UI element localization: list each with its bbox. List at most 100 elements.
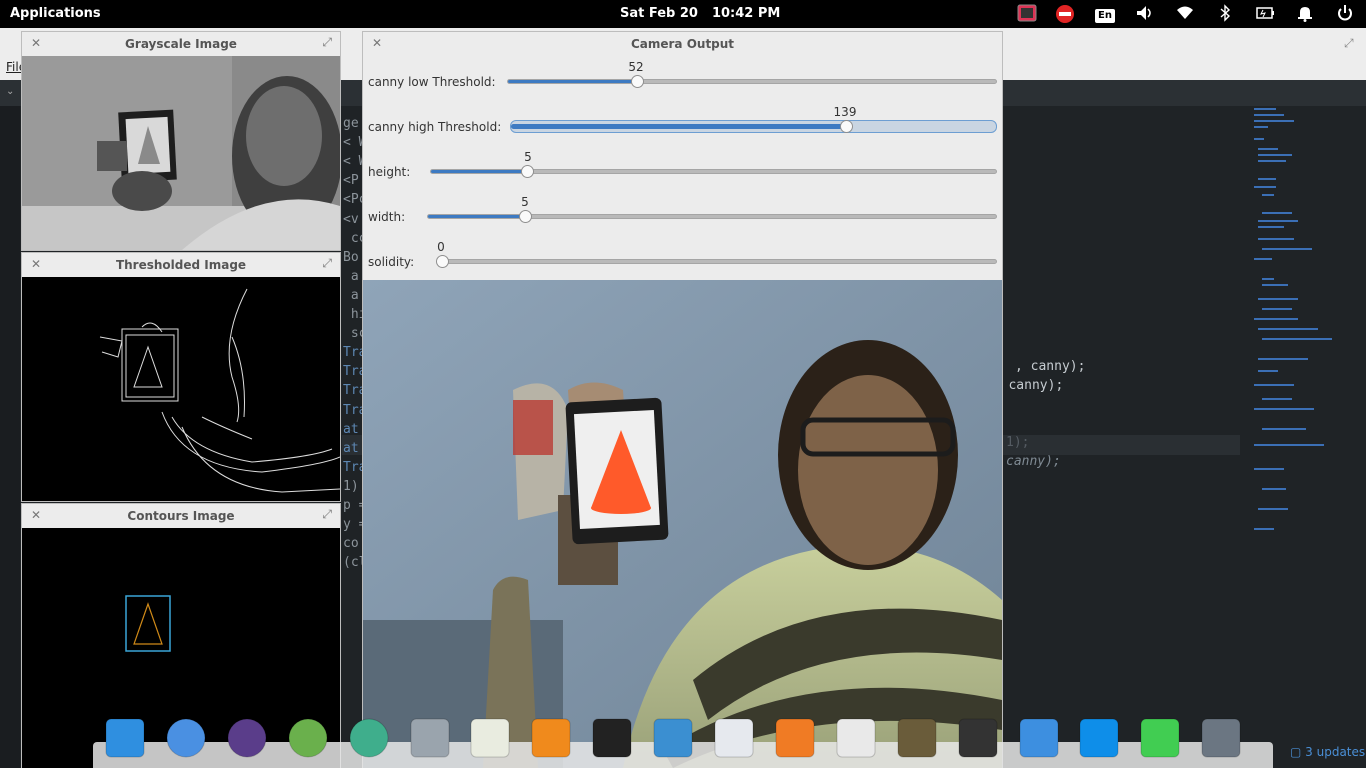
maximize-icon[interactable]: ⤢ xyxy=(322,507,332,522)
minimap-line xyxy=(1254,108,1276,110)
power-icon[interactable] xyxy=(1334,4,1356,24)
photos-icon[interactable] xyxy=(652,717,694,759)
slider-fill xyxy=(431,170,528,173)
minimap-line xyxy=(1254,468,1284,470)
slider-track[interactable] xyxy=(510,120,997,133)
music-icon[interactable] xyxy=(530,717,572,759)
slider-track[interactable] xyxy=(436,255,997,268)
window-titlebar[interactable]: ✕ Thresholded Image ⤢ xyxy=(22,253,340,277)
screenshot-icon[interactable] xyxy=(957,717,999,759)
code-minimap[interactable] xyxy=(1248,108,1366,548)
thresholded-image-window: ✕ Thresholded Image ⤢ xyxy=(21,252,341,502)
slider-label: height: xyxy=(368,165,411,179)
code-line: <P xyxy=(343,173,359,189)
top-panel: Applications Sat Feb 20 10:42 PM En xyxy=(0,0,1366,28)
slider-handle[interactable] xyxy=(436,255,449,268)
code-line: , canny); xyxy=(1015,359,1086,374)
gimp-icon[interactable] xyxy=(896,717,938,759)
app-center-icon[interactable] xyxy=(774,717,816,759)
minimap-line xyxy=(1254,444,1324,446)
slider-value: 0 xyxy=(437,240,445,254)
slider-canny-low: canny low Threshold: 52 xyxy=(363,60,1003,104)
updates-label: 3 updates xyxy=(1305,745,1366,759)
minimap-line xyxy=(1262,248,1312,250)
minimap-line xyxy=(1254,408,1314,410)
slider-height: height: 5 xyxy=(363,150,1003,194)
editor-gutter xyxy=(0,106,20,768)
slider-value: 139 xyxy=(833,105,857,119)
slider-solidity: solidity: 0 xyxy=(363,240,1003,284)
android-studio-icon[interactable] xyxy=(287,717,329,759)
code-line: a xyxy=(343,287,359,303)
updates-indicator[interactable]: ▢ 3 updates xyxy=(1290,745,1365,759)
eclipse-icon[interactable] xyxy=(226,717,268,759)
slider-fill xyxy=(428,215,525,218)
screen-recorder-icon[interactable] xyxy=(1016,4,1038,24)
thresholded-frame xyxy=(22,277,340,501)
window-title: Camera Output xyxy=(630,37,735,51)
qt-creator-icon[interactable] xyxy=(1139,717,1181,759)
slider-handle[interactable] xyxy=(521,165,535,178)
bluetooth-icon[interactable] xyxy=(1214,4,1236,24)
slider-fill xyxy=(508,80,638,83)
applications-menu[interactable]: Applications xyxy=(10,6,101,21)
window-titlebar[interactable]: ✕ Camera Output xyxy=(363,32,1002,56)
slider-handle[interactable] xyxy=(631,75,645,88)
slider-value: 52 xyxy=(628,60,644,74)
clock[interactable]: Sat Feb 20 10:42 PM xyxy=(620,6,780,21)
terminal-icon[interactable] xyxy=(591,717,633,759)
minimap-line xyxy=(1262,278,1274,280)
slider-handle[interactable] xyxy=(518,210,532,223)
files-icon[interactable] xyxy=(409,717,451,759)
text-editor-icon[interactable] xyxy=(835,717,877,759)
slider-handle[interactable] xyxy=(839,120,853,133)
minimap-line xyxy=(1254,120,1294,122)
camera-frame xyxy=(363,280,1002,768)
slider-fill xyxy=(511,124,846,129)
slider-track[interactable] xyxy=(430,165,997,178)
teamviewer-icon[interactable] xyxy=(1078,717,1120,759)
system-settings-icon[interactable] xyxy=(1200,717,1242,759)
code-line: ge xyxy=(343,116,359,131)
package-icon: ▢ xyxy=(1290,745,1306,759)
do-not-disturb-icon[interactable] xyxy=(1054,4,1076,24)
slider-value: 5 xyxy=(521,195,529,209)
minimap-line xyxy=(1258,298,1298,300)
expand-icon[interactable]: ⤢ xyxy=(1344,36,1354,51)
minimap-line xyxy=(1258,238,1294,240)
window-titlebar[interactable]: ✕ Grayscale Image ⤢ xyxy=(22,32,340,56)
maximize-icon[interactable]: ⤢ xyxy=(322,35,332,50)
chromium-icon[interactable] xyxy=(165,717,207,759)
desktop: File ⤢ ⌄ , canny); l, canny); 1); canny)… xyxy=(0,0,1366,768)
slider-track[interactable] xyxy=(507,75,997,88)
minimap-line xyxy=(1258,160,1286,162)
clock-date: Sat Feb 20 xyxy=(620,6,698,21)
maximize-icon[interactable]: ⤢ xyxy=(322,256,332,271)
slider-track[interactable] xyxy=(427,210,997,223)
code-line: a xyxy=(343,268,359,284)
window-titlebar[interactable]: ✕ Contours Image ⤢ xyxy=(22,504,340,528)
switchboard-icon[interactable] xyxy=(713,717,755,759)
slider-width: width: 5 xyxy=(363,195,1003,239)
minimap-line xyxy=(1258,370,1278,372)
slider-label: canny high Threshold: xyxy=(368,120,502,134)
dropbox-icon[interactable] xyxy=(1018,717,1060,759)
wifi-icon[interactable] xyxy=(1174,4,1196,24)
calendar-icon[interactable] xyxy=(469,717,511,759)
keyboard-layout-icon[interactable]: En xyxy=(1094,4,1116,24)
code-line: canny); xyxy=(1006,454,1061,469)
minimap-line xyxy=(1258,148,1278,150)
minimap-line xyxy=(1262,284,1288,286)
grayscale-frame xyxy=(22,56,340,250)
camera-output-window: ✕ Camera Output canny low Threshold: 52 … xyxy=(362,31,1003,768)
minimap-line xyxy=(1254,384,1294,386)
minimap-line xyxy=(1262,308,1292,310)
workspaces-icon[interactable] xyxy=(104,717,146,759)
atom-icon[interactable] xyxy=(348,717,390,759)
notifications-icon[interactable] xyxy=(1294,4,1316,24)
battery-icon[interactable] xyxy=(1254,4,1276,24)
minimap-line xyxy=(1262,338,1332,340)
chevron-down-icon[interactable]: ⌄ xyxy=(6,86,14,97)
slider-label: solidity: xyxy=(368,255,415,269)
volume-icon[interactable] xyxy=(1134,4,1156,24)
